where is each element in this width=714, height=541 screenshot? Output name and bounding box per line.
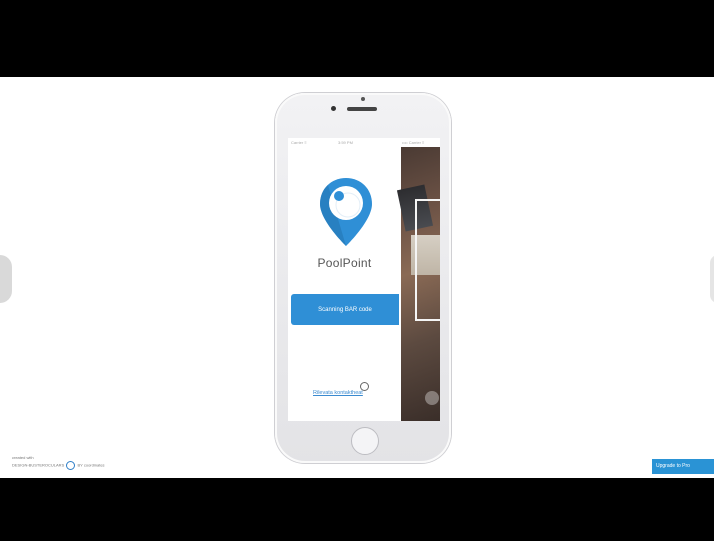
phone-mockup: Carrier ≡ 3:59 PM •••• Carrier ≡ PoolPoi… (275, 93, 451, 463)
phone-screen: Carrier ≡ 3:59 PM •••• Carrier ≡ PoolPoi… (288, 138, 440, 421)
watermark-brand: DESIGN-BUSTEROCULARS BY coordinates (12, 461, 105, 470)
carrier-label: Carrier ≡ (291, 140, 307, 145)
watermark: created with DESIGN-BUSTEROCULARS BY coo… (12, 455, 105, 470)
contact-link[interactable]: Rilevata kontaktheat (313, 390, 363, 396)
watermark-line2: DESIGN-BUSTEROCULARS (12, 462, 65, 468)
watermark-logo-icon (66, 461, 76, 470)
poolpoint-pin-logo-icon (318, 176, 374, 248)
front-camera (361, 97, 365, 101)
scan-frame (415, 199, 440, 321)
proximity-sensor (331, 106, 336, 111)
previous-slide-button[interactable] (0, 255, 12, 303)
next-slide-button[interactable] (710, 255, 714, 303)
scan-barcode-button[interactable]: Scanning BAR code (291, 294, 399, 325)
video-stage: Carrier ≡ 3:59 PM •••• Carrier ≡ PoolPoi… (0, 77, 714, 478)
letterbox-bottom (0, 478, 714, 541)
camera-preview-image (396, 147, 440, 421)
app-name: PoolPoint (317, 256, 372, 270)
status-bar: Carrier ≡ 3:59 PM •••• Carrier ≡ (288, 138, 440, 147)
capture-button[interactable] (425, 391, 439, 405)
upgrade-button[interactable]: Upgrade to Pro (652, 459, 714, 474)
watermark-line3: BY coordinates (77, 462, 105, 468)
earpiece-speaker (347, 107, 377, 111)
status-time: 3:59 PM (338, 140, 353, 145)
home-button[interactable] (351, 427, 379, 455)
signal-indicator: •••• Carrier ≡ (402, 140, 425, 145)
letterbox-top (0, 0, 714, 77)
